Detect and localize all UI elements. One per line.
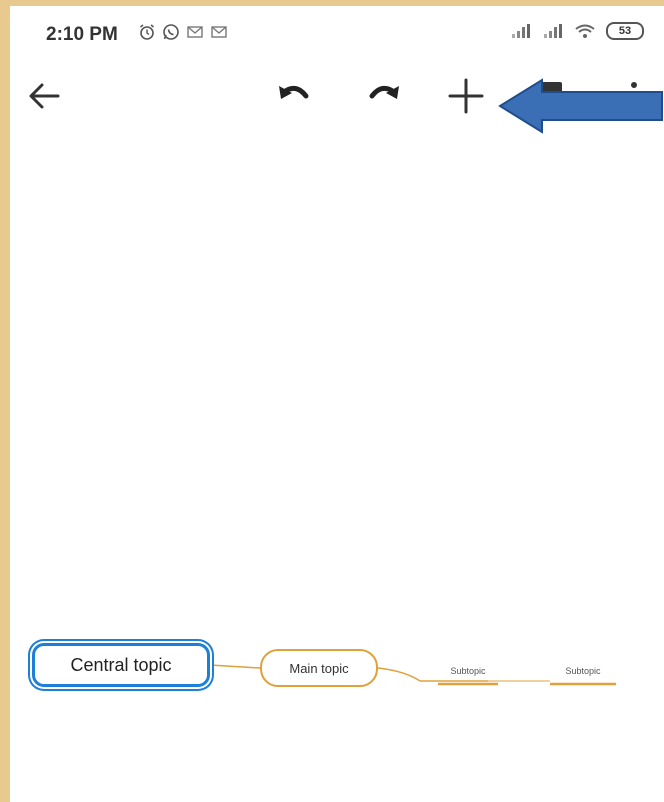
redo-icon[interactable]: [364, 76, 404, 116]
subtopic-node[interactable]: Subtopic: [548, 666, 618, 676]
subtopic-node[interactable]: Subtopic: [433, 666, 503, 676]
subtopic-label: Subtopic: [565, 666, 601, 676]
battery-icon: 53: [606, 22, 644, 40]
phone-screen: 2:10 PM 53 Central topic Main topic Subt…: [10, 6, 664, 802]
alarm-icon: [140, 24, 154, 40]
mindmap-canvas[interactable]: Central topic Main topic Subtopic Subtop…: [10, 136, 664, 802]
add-icon[interactable]: [446, 76, 486, 116]
subtopic-label: Subtopic: [450, 666, 486, 676]
back-arrow-icon[interactable]: [24, 76, 64, 116]
wifi-icon: [575, 24, 595, 38]
battery-level: 53: [618, 25, 632, 37]
annotation-arrow-icon: [498, 78, 663, 134]
main-topic-node[interactable]: Main topic: [260, 649, 378, 687]
system-icons: 53: [510, 22, 644, 40]
central-topic-label: Central topic: [70, 654, 172, 675]
signal-icon: [544, 24, 562, 38]
whatsapp-icon: [163, 24, 179, 40]
status-time: 2:10 PM: [46, 24, 118, 45]
status-bar: 2:10 PM 53: [10, 6, 664, 56]
main-topic-label: Main topic: [289, 660, 349, 676]
gmail-icon: [187, 26, 203, 38]
mindmap-connectors: [209, 664, 616, 686]
notification-icons: [138, 23, 228, 41]
central-topic-node[interactable]: Central topic: [32, 643, 210, 687]
signal-icon: [512, 24, 530, 38]
undo-icon[interactable]: [274, 76, 314, 116]
gmail-icon: [211, 26, 227, 38]
